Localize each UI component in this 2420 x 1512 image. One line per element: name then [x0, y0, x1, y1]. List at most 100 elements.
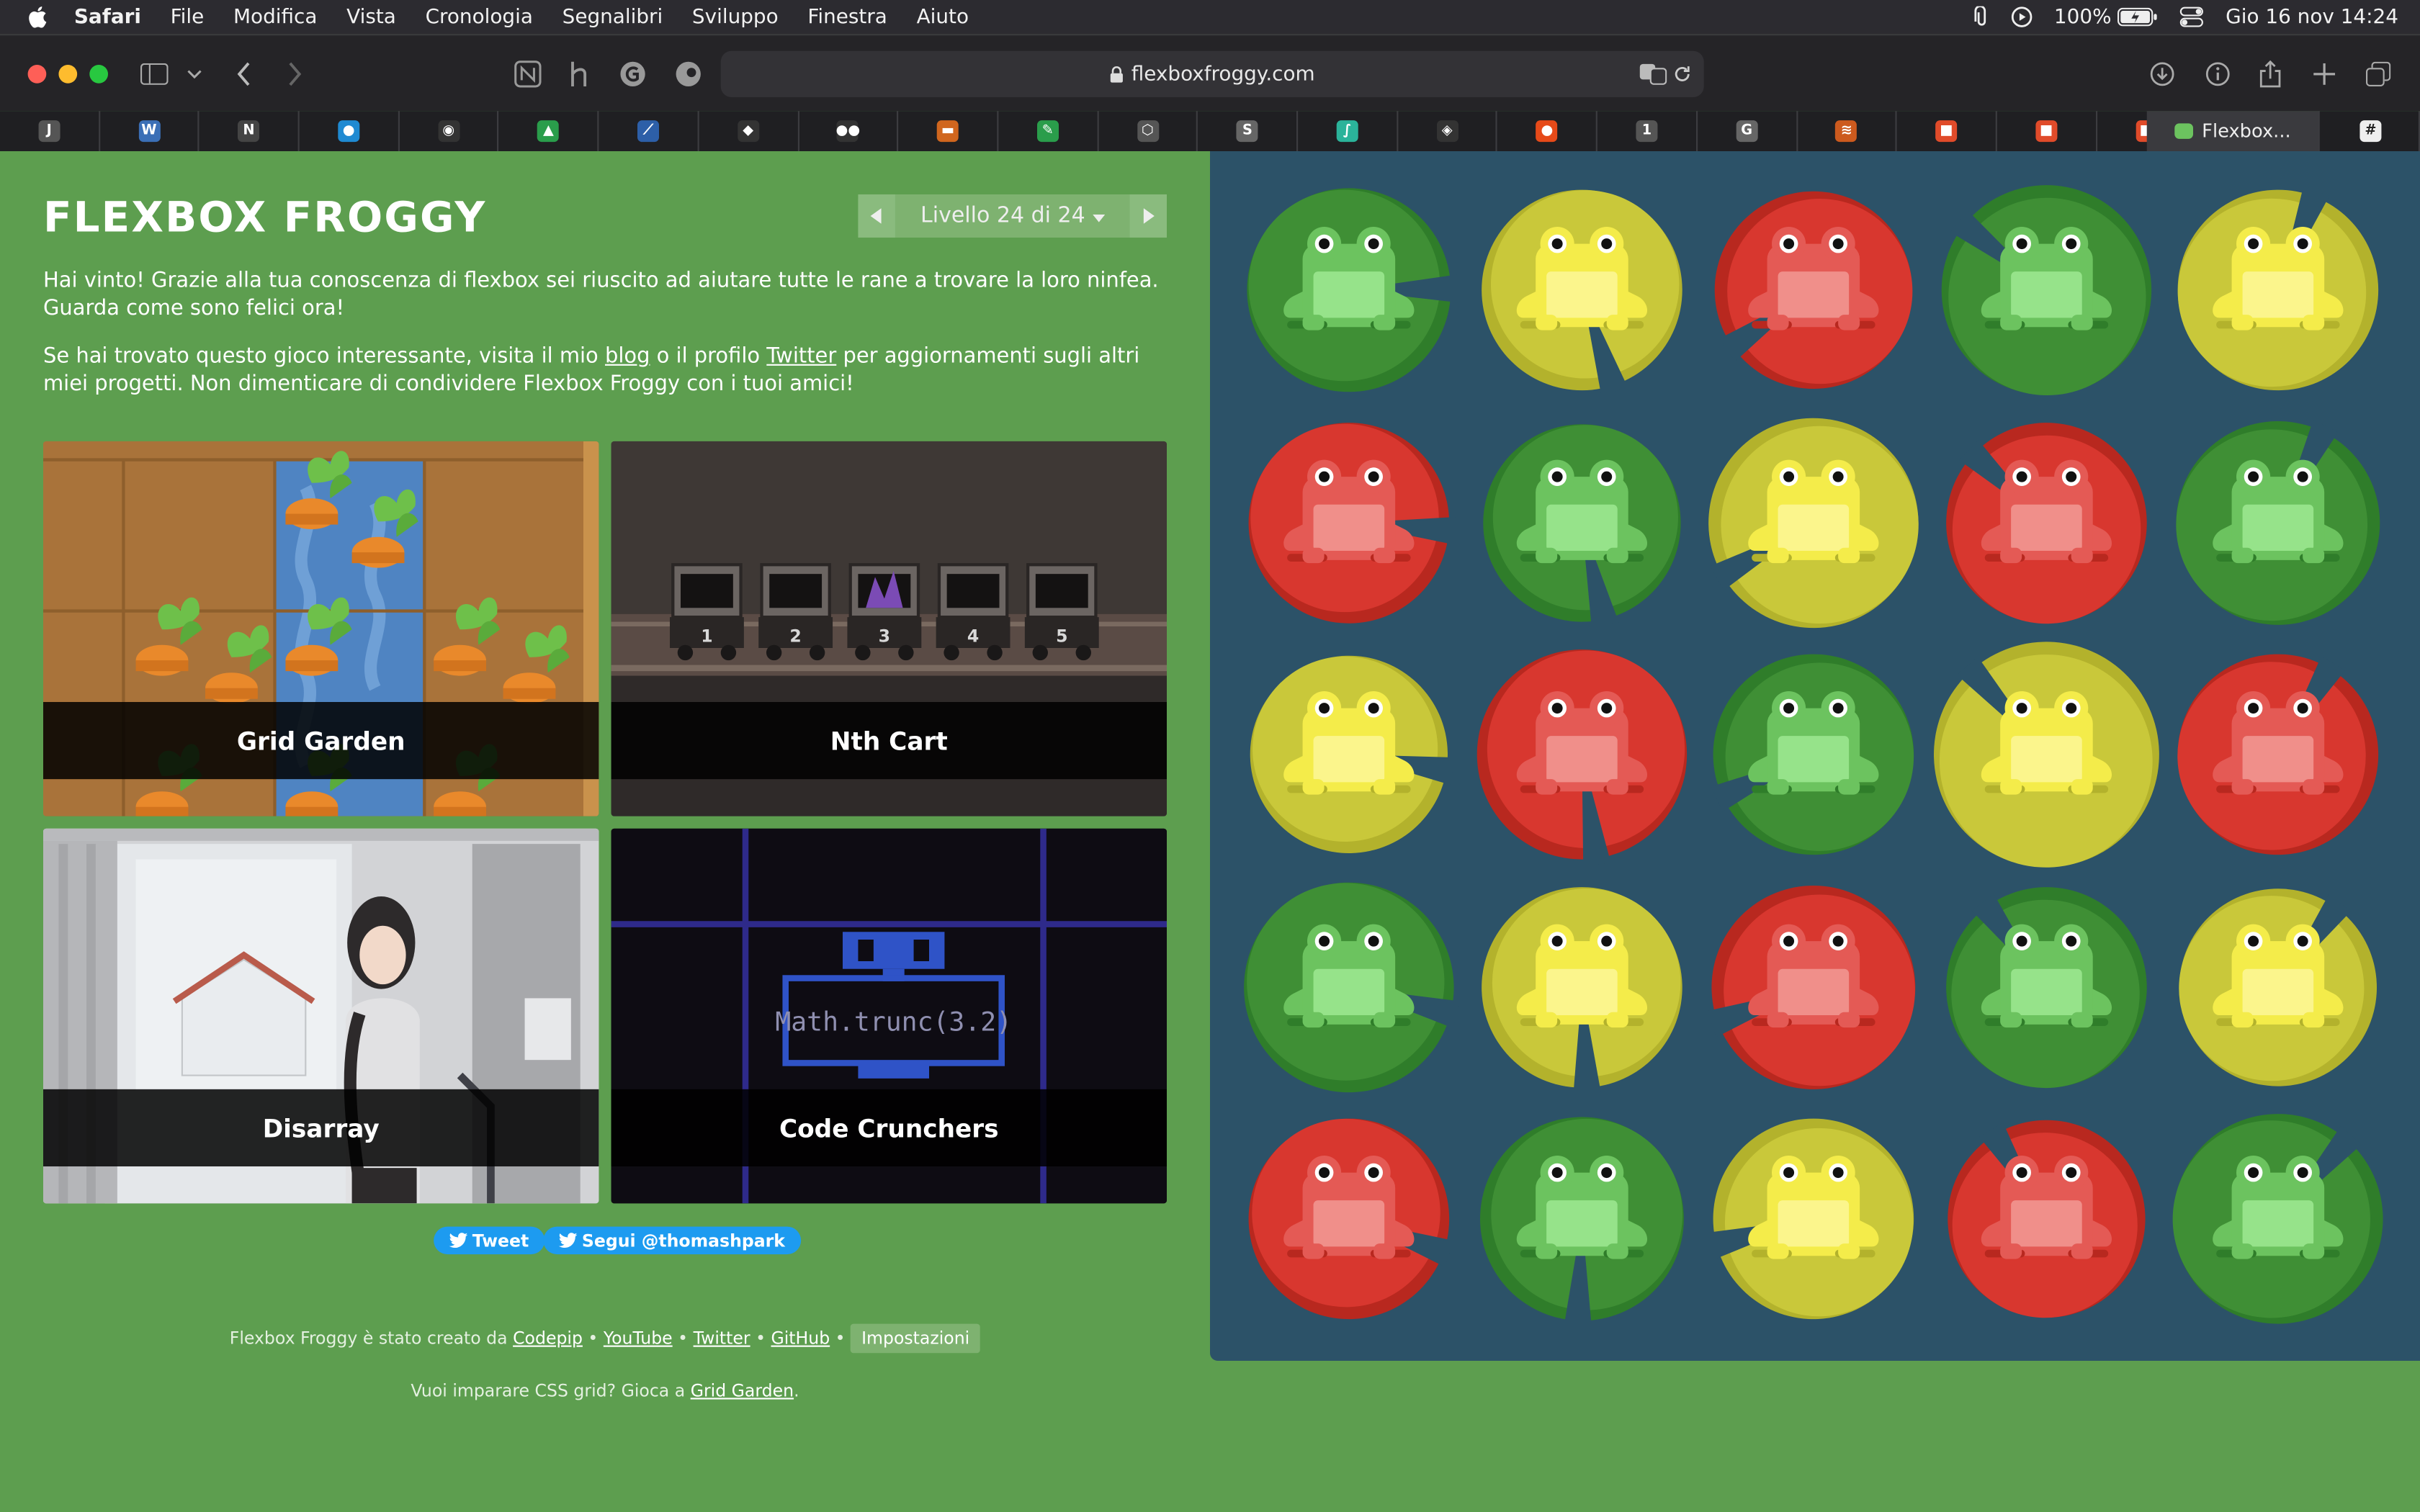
notion-extension-icon[interactable]: [512, 58, 543, 89]
level-indicator[interactable]: Livello 24 di 24: [895, 204, 1130, 228]
frog-yellow-icon: [1515, 227, 1646, 330]
info-icon[interactable]: [2202, 58, 2233, 89]
minimize-window-button[interactable]: [58, 65, 78, 84]
browser-tab[interactable]: ■: [1897, 111, 1997, 151]
reload-icon[interactable]: [1673, 65, 1692, 84]
tab-favicon-icon: S: [1236, 120, 1258, 143]
browser-tab[interactable]: ▲: [499, 111, 599, 151]
paperclip-icon[interactable]: [1973, 6, 1989, 28]
translate-icon[interactable]: [1639, 63, 1667, 85]
downloads-icon[interactable]: [2147, 58, 2178, 89]
mine-cart-icon: 4: [936, 563, 1010, 661]
card-caption: Grid Garden: [43, 701, 599, 780]
grammarly-extension-icon[interactable]: [617, 58, 648, 89]
win-message: Hai vinto! Grazie alla tua conoscenza di…: [43, 268, 1159, 321]
next-level-button[interactable]: [1129, 194, 1167, 238]
menu-vista[interactable]: Vista: [346, 6, 396, 29]
battery-icon[interactable]: [2118, 7, 2158, 27]
menu-file[interactable]: File: [171, 6, 205, 29]
tweet-button[interactable]: Tweet: [434, 1226, 544, 1255]
frog-green-icon: [1515, 459, 1646, 563]
frog-green-icon: [2213, 459, 2344, 563]
grid-garden-card[interactable]: Grid Garden: [43, 441, 599, 816]
browser-tab[interactable]: ✎: [998, 111, 1099, 151]
browser-tab[interactable]: ■: [1997, 111, 2097, 151]
menu-cronologia[interactable]: Cronologia: [426, 6, 533, 29]
browser-tab[interactable]: ●: [1498, 111, 1598, 151]
level-label: Livello 24 di 24: [920, 203, 1085, 229]
play-circle-icon[interactable]: [2011, 6, 2033, 28]
level-selector[interactable]: Livello 24 di 24: [858, 194, 1167, 238]
browser-tab[interactable]: ◉: [400, 111, 500, 151]
hashtag-tab[interactable]: #: [2323, 111, 2420, 151]
browser-tab[interactable]: J: [0, 111, 100, 151]
browser-tab[interactable]: ●●: [799, 111, 899, 151]
browser-tab[interactable]: G: [1698, 111, 1798, 151]
previous-level-button[interactable]: [858, 194, 895, 238]
code-crunchers-card[interactable]: Math.trunc(3.2) Code Crunchers: [611, 828, 1167, 1204]
disarray-card[interactable]: Disarray: [43, 828, 599, 1204]
blog-link[interactable]: blog: [605, 344, 650, 369]
arrow-right-icon: [1143, 208, 1155, 224]
menu-aiuto[interactable]: Aiuto: [917, 6, 969, 29]
grid-garden-link[interactable]: Grid Garden: [691, 1381, 794, 1401]
menu-clock[interactable]: Gio 16 nov 14:24: [2226, 6, 2398, 29]
tab-overview-icon[interactable]: [2363, 58, 2394, 89]
browser-tab[interactable]: ≋: [1798, 111, 1898, 151]
menu-finestra[interactable]: Finestra: [807, 6, 887, 29]
follow-button[interactable]: Segui @thomashpark: [543, 1226, 801, 1255]
browser-tab[interactable]: ⬡: [1098, 111, 1198, 151]
control-center-icon[interactable]: [2179, 6, 2204, 28]
mine-cart-icon: 1: [670, 563, 744, 661]
twitter-link[interactable]: Twitter: [766, 344, 836, 369]
dark-reader-extension-icon[interactable]: [673, 58, 704, 89]
browser-tab[interactable]: 1: [1597, 111, 1698, 151]
sidebar-toggle-icon[interactable]: [139, 58, 170, 89]
tab-favicon-icon: ✎: [1036, 120, 1059, 143]
grid-garden-promo: Vuoi imparare CSS grid? Gioca a Grid Gar…: [0, 1381, 1210, 1401]
settings-button[interactable]: Impostazioni: [851, 1323, 981, 1354]
forward-icon[interactable]: [279, 58, 310, 89]
back-icon[interactable]: [228, 58, 259, 89]
tab-favicon-icon: ◉: [437, 120, 460, 143]
active-tab[interactable]: Flexbox...: [2146, 111, 2320, 151]
nth-cart-card[interactable]: 1 2 3 4 5 Nth Cart: [611, 441, 1167, 816]
share-icon[interactable]: [2255, 58, 2286, 89]
zoom-window-button[interactable]: [89, 65, 108, 84]
tab-favicon-icon: ●●: [836, 120, 860, 143]
close-window-button[interactable]: [27, 65, 47, 84]
hypothesis-extension-icon[interactable]: [565, 58, 596, 89]
footer-twitter-link[interactable]: Twitter: [694, 1328, 750, 1349]
youtube-link[interactable]: YouTube: [604, 1328, 673, 1349]
browser-tab[interactable]: ∫: [1298, 111, 1398, 151]
codepip-link[interactable]: Codepip: [513, 1328, 583, 1349]
frog-green-icon: [2213, 1156, 2344, 1259]
tab-favicon-icon: ▬: [937, 120, 959, 143]
menu-segnalibri[interactable]: Segnalibri: [563, 6, 663, 29]
browser-tab[interactable]: S: [1198, 111, 1299, 151]
new-tab-icon[interactable]: [2309, 58, 2340, 89]
browser-tab[interactable]: ▬: [899, 111, 999, 151]
browser-tab[interactable]: ⟋: [599, 111, 699, 151]
browser-tab[interactable]: ◆: [699, 111, 799, 151]
browser-tab[interactable]: ●: [300, 111, 400, 151]
svg-text:3: 3: [879, 626, 890, 646]
browser-tab[interactable]: ◈: [1398, 111, 1498, 151]
card-caption: Nth Cart: [611, 701, 1167, 780]
chevron-down-icon[interactable]: [179, 58, 210, 89]
menu-sviluppo[interactable]: Sviluppo: [692, 6, 779, 29]
arrow-left-icon: [870, 208, 882, 224]
apple-icon[interactable]: [28, 6, 48, 28]
github-link[interactable]: GitHub: [771, 1328, 830, 1349]
mine-cart-icon: 5: [1024, 563, 1099, 661]
browser-tab[interactable]: W: [100, 111, 200, 151]
menu-app-name[interactable]: Safari: [74, 6, 141, 29]
menu-modifica[interactable]: Modifica: [233, 6, 317, 29]
frog-red-icon: [1515, 691, 1646, 795]
browser-tab[interactable]: N: [200, 111, 300, 151]
frog-yellow-icon: [1283, 691, 1415, 795]
credits-footer: Flexbox Froggy è stato creato da Codepip…: [0, 1323, 1210, 1354]
mine-cart-icon: 2: [758, 563, 833, 661]
address-bar[interactable]: flexboxfroggy.com: [720, 50, 1704, 97]
tab-favicon-icon: ●: [338, 120, 360, 143]
